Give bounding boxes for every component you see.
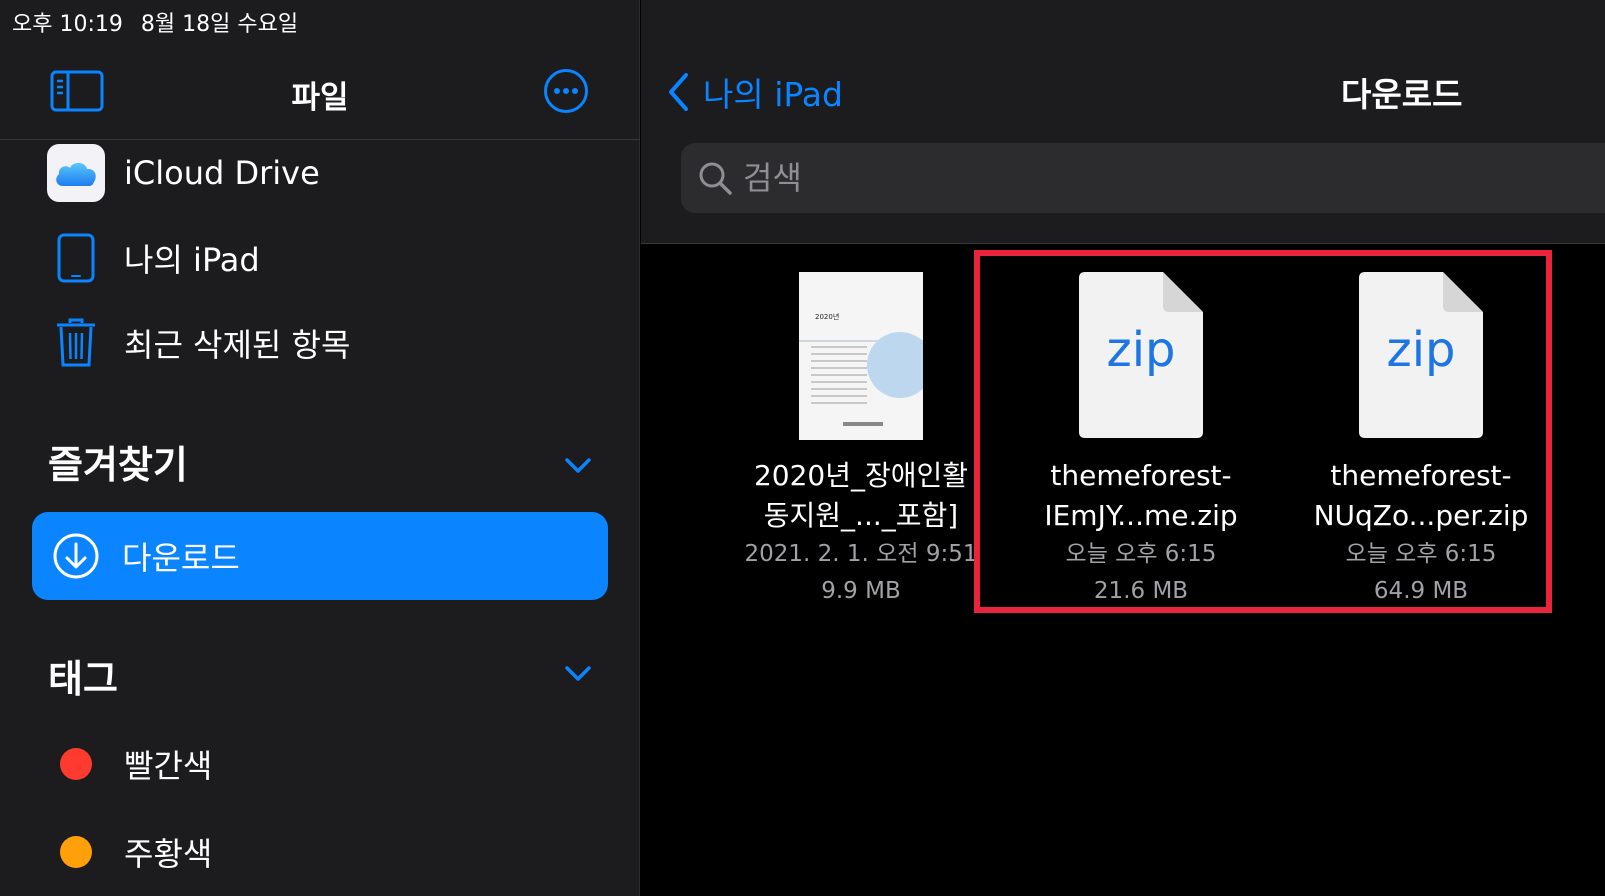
chevron-left-icon [669,73,688,111]
file-thumbnail: 2020년 [741,272,981,442]
search-input[interactable] [743,159,1343,197]
file-name: 2020년_장애인활 동지원_..._포함] [753,459,969,532]
sidebar-item-tag-red[interactable]: 빨간색 [60,744,213,785]
chevron-down-icon[interactable] [564,664,592,684]
status-date: 8월 18일 수요일 [140,12,299,37]
sidebar-item-downloads[interactable]: 다운로드 [32,512,608,600]
back-label: 나의 iPad [703,75,843,114]
sidebar-item-label: 최근 삭제된 항목 [124,326,351,364]
tags-section-title: 태그 [48,657,118,701]
download-icon [52,532,100,580]
file-item[interactable]: 2020년 2020년_장애인활 동지원_..._포함] 2021. 2. 1.… [741,272,981,610]
search-icon [699,162,732,195]
sidebar-item-icloud-drive[interactable]: iCloud Drive [46,141,320,205]
red-tag-dot-icon [60,748,92,780]
status-time: 오후 10:19 [12,12,123,37]
ipad-icon [46,228,106,288]
file-date: 2021. 2. 1. 오전 9:51 [744,541,978,567]
sidebar-item-label: 주황색 [124,835,213,873]
favorites-section-title: 즐겨찾기 [48,443,188,487]
navigation-bar: 나의 iPad 다운로드 [641,0,1605,244]
sidebar-item-label: 빨간색 [124,747,213,785]
sidebar-item-label: 다운로드 [122,539,240,577]
chevron-down-icon[interactable] [564,456,592,476]
sidebar-item-label: 나의 iPad [124,241,260,279]
search-bar[interactable] [681,143,1605,213]
sidebar-item-label: iCloud Drive [124,154,320,192]
more-options-icon[interactable] [543,68,589,114]
orange-tag-dot-icon [60,836,92,868]
pdf-document-icon: 2020년 [799,272,923,440]
sidebar-item-tag-orange[interactable]: 주황색 [60,832,213,873]
sidebar-item-my-ipad[interactable]: 나의 iPad [46,226,260,290]
page-title: 다운로드 [1341,75,1463,114]
sidebar-item-recently-deleted[interactable]: 최근 삭제된 항목 [46,311,350,375]
sidebar: 오후 10:19 8월 18일 수요일 파일 iCloud Drive 나의 i… [0,0,640,896]
icloud-icon [47,144,105,202]
highlight-box [974,250,1552,613]
status-bar: 오후 10:19 8월 18일 수요일 [12,6,298,38]
sidebar-header: 파일 [0,60,640,140]
file-size: 9.9 MB [821,578,901,604]
trash-icon [46,313,106,373]
back-button[interactable]: 나의 iPad [667,68,843,116]
